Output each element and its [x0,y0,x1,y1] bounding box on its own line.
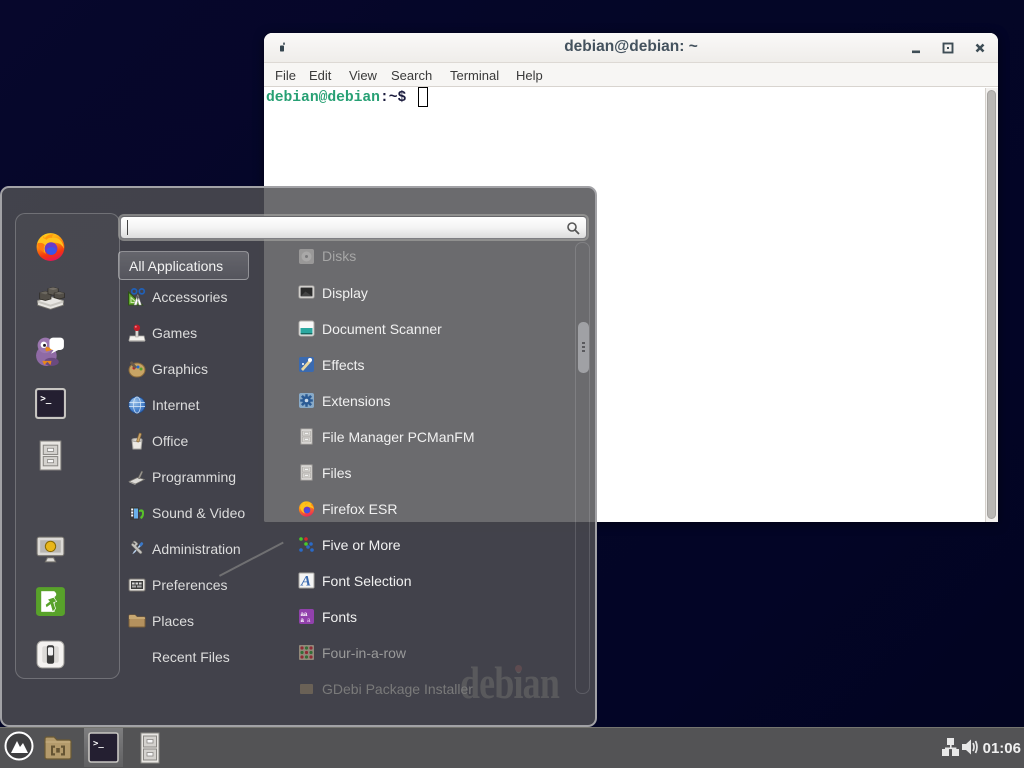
svg-text:>_: >_ [93,739,104,749]
svg-text:A: A [300,574,311,590]
svg-text:>_: >_ [40,393,52,404]
